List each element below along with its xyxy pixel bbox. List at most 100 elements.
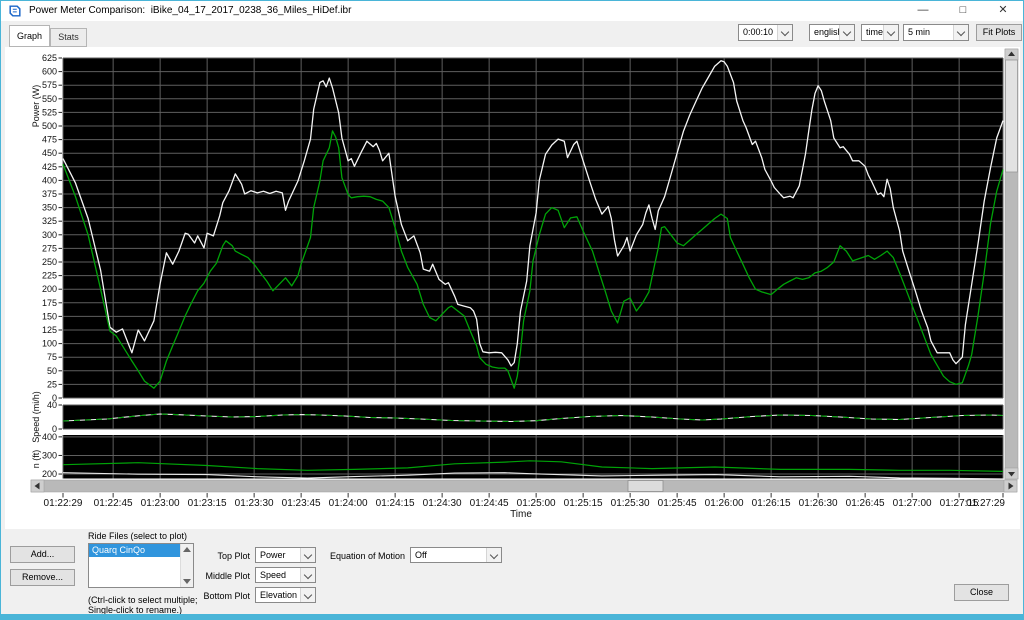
power-plot-tick-label: 250: [42, 257, 57, 267]
window-bottom-border: [1, 614, 1023, 619]
h-scrollbar-thumb[interactable]: [628, 481, 663, 492]
xaxis-mode-combo[interactable]: time: [861, 24, 899, 41]
time-tick-label: 01:23:45: [282, 498, 321, 509]
time-tick-label: 01:26:15: [752, 498, 791, 509]
power-plot-tick-label: 625: [42, 53, 57, 63]
power-plot-tick-label: 125: [42, 325, 57, 335]
xaxis-mode-combo-value: time: [866, 27, 883, 37]
title-bar: Power Meter Comparison: iBike_04_17_2017…: [1, 1, 1023, 21]
power-plot-tick-label: 225: [42, 271, 57, 281]
power-plot-tick-label: 450: [42, 148, 57, 158]
time-tick-label: 01:25:45: [658, 498, 697, 509]
scroll-up-icon[interactable]: [183, 547, 191, 552]
time-axis: 01:22:2901:22:4501:23:0001:23:1501:23:30…: [44, 493, 1006, 520]
time-tick-label: 01:24:15: [376, 498, 415, 509]
power-plot-tick-label: 500: [42, 121, 57, 131]
tab-stats[interactable]: Stats: [50, 28, 87, 47]
interval-combo[interactable]: 0:00:10: [738, 24, 793, 41]
power-plot-tick-label: 550: [42, 94, 57, 104]
time-tick-label: 01:23:00: [141, 498, 180, 509]
middle-plot-label: Middle Plot: [195, 571, 250, 581]
speed-plot-canvas[interactable]: [63, 405, 1003, 429]
power-plot: 0255075100125150175200225250275300325350…: [31, 53, 1003, 403]
units-combo[interactable]: english: [809, 24, 855, 41]
ride-files-listbox[interactable]: Quarq CinQo: [88, 543, 194, 588]
power-plot-tick-label: 25: [47, 379, 57, 389]
power-plot-tick-label: 200: [42, 284, 57, 294]
tab-graph[interactable]: Graph: [9, 25, 50, 47]
fit-plots-button[interactable]: Fit Plots: [976, 24, 1022, 41]
remove-button[interactable]: Remove...: [10, 569, 75, 586]
v-scrollbar[interactable]: [1005, 49, 1018, 479]
power-plot-tick-label: 75: [47, 352, 57, 362]
elevation-plot: 400300200n (ft): [31, 432, 1003, 479]
elevation-plot-tick-label: 200: [42, 469, 57, 479]
window-size-combo-value: 5 min: [908, 27, 930, 37]
plots-svg: 0255075100125150175200225250275300325350…: [5, 47, 1020, 529]
time-tick-label: 01:25:30: [611, 498, 650, 509]
bottom-plot-label: Bottom Plot: [195, 591, 250, 601]
power-plot-tick-label: 400: [42, 175, 57, 185]
close-icon[interactable]: ✕: [983, 1, 1023, 21]
minimize-icon[interactable]: —: [903, 1, 943, 21]
chevron-down-icon: [839, 25, 854, 40]
add-button[interactable]: Add...: [10, 546, 75, 563]
equation-of-motion-combo-value: Off: [415, 550, 427, 560]
time-tick-label: 01:27:29: [966, 498, 1005, 509]
time-tick-label: 01:25:15: [564, 498, 603, 509]
chevron-down-icon: [486, 548, 501, 562]
elevation-plot-tick-label: 400: [42, 432, 57, 442]
close-button[interactable]: Close: [954, 584, 1009, 601]
power-plot-tick-label: 300: [42, 230, 57, 240]
interval-combo-value: 0:00:10: [743, 27, 773, 37]
elevation-plot-canvas[interactable]: [63, 435, 1003, 479]
window-title: Power Meter Comparison: iBike_04_17_2017…: [29, 5, 351, 16]
elevation-plot-tick-label: 300: [42, 450, 57, 460]
v-scrollbar-thumb[interactable]: [1006, 60, 1018, 172]
middle-plot-combo-value: Speed: [260, 570, 286, 580]
time-tick-label: 01:27:00: [893, 498, 932, 509]
middle-plot-combo[interactable]: Speed: [255, 567, 316, 583]
time-axis-title: Time: [510, 509, 532, 520]
time-tick-label: 01:24:45: [470, 498, 509, 509]
chevron-down-icon: [777, 25, 792, 40]
time-tick-label: 01:24:30: [423, 498, 462, 509]
time-tick-label: 01:26:00: [705, 498, 744, 509]
time-tick-label: 01:26:30: [799, 498, 838, 509]
ride-file-item[interactable]: Quarq CinQo: [89, 544, 180, 557]
chevron-down-icon: [883, 25, 898, 40]
bottom-plot-combo-value: Elevation: [260, 590, 297, 600]
time-tick-label: 01:26:45: [846, 498, 885, 509]
power-plot-tick-label: 525: [42, 107, 57, 117]
power-plot-tick-label: 475: [42, 135, 57, 145]
chevron-down-icon: [300, 588, 315, 602]
top-plot-label: Top Plot: [195, 551, 250, 561]
power-plot-tick-label: 575: [42, 80, 57, 90]
equation-of-motion-combo[interactable]: Off: [410, 547, 502, 563]
power-plot-tick-label: 425: [42, 162, 57, 172]
h-scrollbar[interactable]: [31, 480, 1017, 492]
power-plot-tick-label: 100: [42, 339, 57, 349]
speed-plot-tick-label: 40: [47, 400, 57, 410]
time-tick-label: 01:22:45: [94, 498, 133, 509]
time-tick-label: 01:23:30: [235, 498, 274, 509]
power-plot-tick-label: 150: [42, 311, 57, 321]
time-tick-label: 01:22:29: [44, 498, 83, 509]
window-size-combo[interactable]: 5 min: [903, 24, 969, 41]
power-plot-tick-label: 600: [42, 67, 57, 77]
power-plot-axis-title: Power (W): [31, 85, 41, 128]
h-scrollbar-track[interactable]: [31, 480, 1017, 492]
power-plot-tick-label: 325: [42, 216, 57, 226]
speed-plot-axis-title: Speed (mi/h): [31, 391, 41, 443]
time-tick-label: 01:24:00: [329, 498, 368, 509]
bottom-plot-combo[interactable]: Elevation: [255, 587, 316, 603]
scroll-down-icon[interactable]: [183, 579, 191, 584]
listbox-scrollbar[interactable]: [180, 544, 193, 587]
ride-files-label: Ride Files (select to plot): [88, 531, 187, 541]
app-window: Power Meter Comparison: iBike_04_17_2017…: [0, 0, 1024, 620]
maximize-icon[interactable]: □: [943, 1, 983, 21]
top-plot-combo[interactable]: Power: [255, 547, 316, 563]
equation-of-motion-label: Equation of Motion: [319, 551, 405, 561]
top-plot-combo-value: Power: [260, 550, 286, 560]
chevron-down-icon: [953, 25, 968, 40]
